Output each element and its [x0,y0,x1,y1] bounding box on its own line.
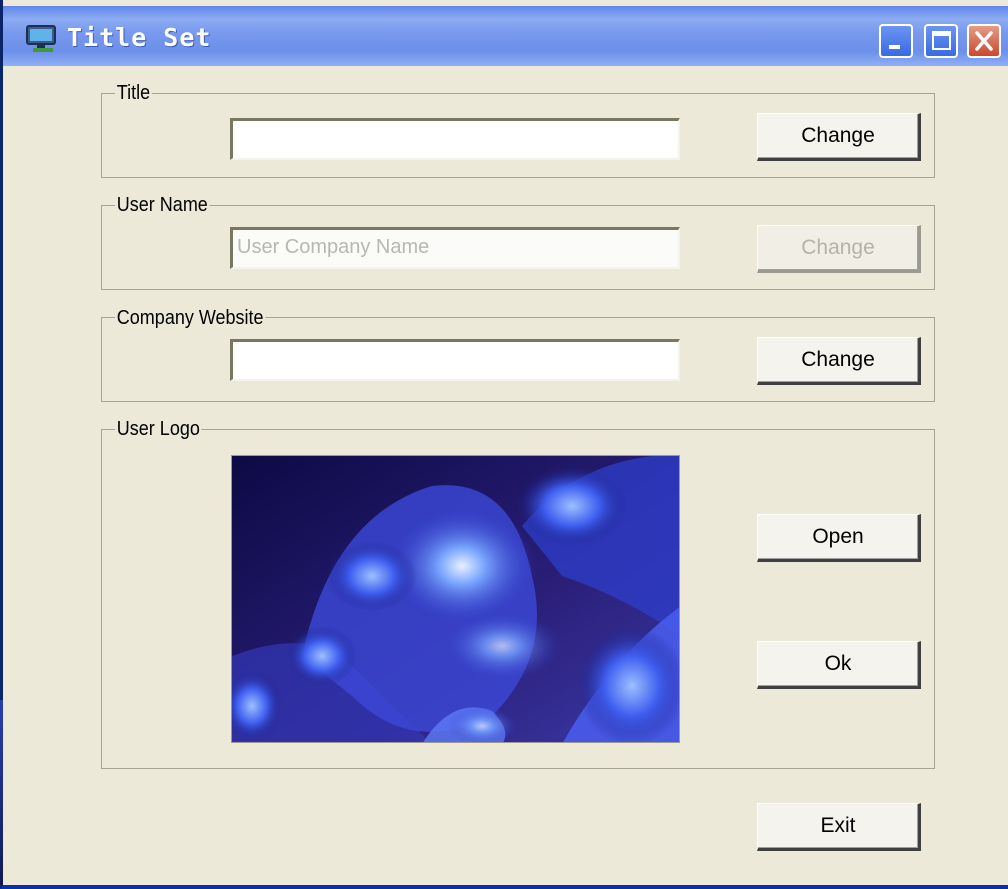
minimize-icon [889,45,900,49]
logo-ok-button[interactable]: Ok [757,641,921,689]
title-set-window: Title Set Title Change User Name User Co… [0,0,1008,889]
desktop-edge-strip [0,700,3,885]
minimize-button[interactable] [879,24,913,58]
website-input[interactable] [230,339,680,381]
exit-button[interactable]: Exit [757,803,921,851]
website-group-label: Company Website [115,307,266,330]
title-input[interactable] [230,118,680,160]
logo-open-button[interactable]: Open [757,514,921,562]
username-change-button: Change [757,225,921,273]
title-group-label: Title [115,82,152,105]
username-group-label: User Name [115,194,210,217]
title-change-button[interactable]: Change [757,113,921,161]
close-icon [975,31,993,51]
logo-group-label: User Logo [115,418,202,441]
blue-fractal-logo-image [231,455,680,743]
computer-monitor-icon [26,25,56,52]
website-change-button[interactable]: Change [757,337,921,385]
window-title: Title Set [67,23,212,52]
close-button[interactable] [967,24,1001,58]
maximize-icon [932,31,951,50]
maximize-button[interactable] [924,24,958,58]
username-input: User Company Name [230,227,680,269]
window-titlebar[interactable]: Title Set [3,6,1008,66]
